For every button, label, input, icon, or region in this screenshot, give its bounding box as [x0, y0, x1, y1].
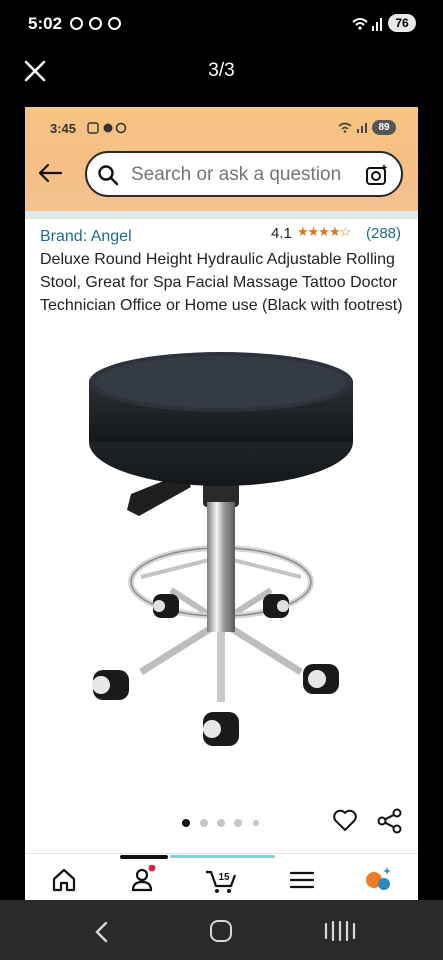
system-recents-icon[interactable]: [322, 920, 362, 942]
battery-indicator: 76: [388, 14, 416, 32]
notification-icons: [87, 122, 127, 134]
carousel-dot-active[interactable]: [182, 819, 190, 827]
camera-lens-icon[interactable]: [365, 163, 389, 187]
screenshot-content: 3:45 89 Search or ask a question Brand: …: [25, 107, 418, 900]
carousel-dot[interactable]: [200, 819, 208, 827]
system-navigation-bar: [0, 900, 443, 960]
carousel-dot[interactable]: [217, 819, 225, 827]
review-count-link[interactable]: (288): [366, 225, 401, 242]
header-divider: [25, 211, 418, 219]
search-icon: [98, 165, 119, 186]
system-back-icon[interactable]: [90, 919, 116, 945]
app-header: 3:45 89: [25, 107, 418, 211]
outer-clock: 5:02: [28, 14, 63, 33]
caster-wheel: [92, 670, 129, 700]
cart-icon[interactable]: 15: [205, 865, 239, 895]
system-home-button[interactable]: [210, 920, 232, 942]
bottom-nav-divider: [25, 853, 418, 854]
carousel-dot[interactable]: [253, 820, 259, 826]
star-rating[interactable]: ★★★★☆: [297, 224, 351, 240]
wifi-signal-icon: [352, 18, 382, 31]
messenger-notification-icon: [70, 17, 83, 30]
account-icon[interactable]: [128, 865, 158, 895]
cart-count: 15: [218, 872, 230, 883]
menu-icon[interactable]: [287, 865, 317, 895]
messenger-notification-icon: [108, 17, 121, 30]
inner-clock: 3:45: [50, 121, 77, 136]
search-bar[interactable]: [85, 151, 403, 197]
rufus-assistant-icon[interactable]: [363, 865, 393, 895]
carousel-dot[interactable]: [234, 819, 242, 827]
outer-status-bar: 5:02 76: [0, 0, 443, 48]
inner-battery-indicator: 89: [372, 120, 396, 135]
back-arrow-icon[interactable]: [37, 162, 63, 184]
tab-indicator-accent: [170, 855, 275, 858]
rating-value: 4.1: [271, 225, 292, 242]
search-input[interactable]: [131, 164, 361, 186]
share-icon[interactable]: [377, 808, 403, 834]
product-image[interactable]: [81, 342, 361, 782]
messenger-notification-icon: [89, 17, 102, 30]
page-indicator: 3/3: [208, 60, 235, 81]
tab-indicator: [120, 855, 168, 859]
heart-icon[interactable]: [332, 807, 358, 833]
product-title: Deluxe Round Height Hydraulic Adjustable…: [40, 251, 403, 314]
inner-signal-icon: [338, 122, 367, 133]
brand-link[interactable]: Brand: Angel: [40, 228, 132, 246]
home-icon[interactable]: [49, 865, 79, 895]
